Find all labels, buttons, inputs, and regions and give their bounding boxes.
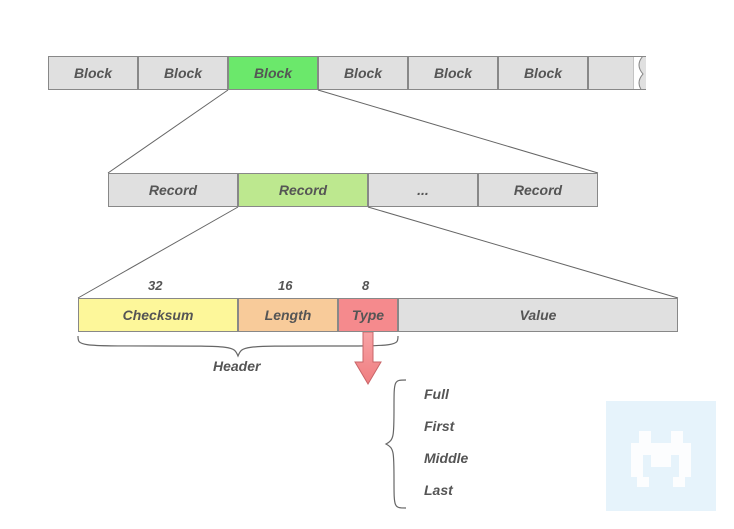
type-value-middle: Middle [424, 450, 468, 466]
torn-edge-icon [633, 56, 646, 90]
type-value-first: First [424, 418, 454, 434]
header-brace-icon [76, 334, 402, 360]
records-row: Record Record ... Record [108, 173, 598, 207]
block-label: Block [344, 65, 382, 81]
block-label: Block [164, 65, 202, 81]
record-cell-highlight: Record [238, 173, 368, 207]
record-label: ... [417, 182, 429, 198]
block-cell: Block [138, 56, 228, 90]
field-value: Value [398, 298, 678, 332]
field-label: Value [520, 307, 557, 323]
block-cell: Block [318, 56, 408, 90]
blocks-row: Block Block Block Block Block Block [48, 56, 646, 90]
record-label: Record [279, 182, 327, 198]
record-label: Record [149, 182, 197, 198]
type-arrow-icon [353, 332, 383, 386]
record-cell: Record [478, 173, 598, 207]
field-label: Length [265, 307, 312, 323]
field-checksum: Checksum [78, 298, 238, 332]
block-label: Block [434, 65, 472, 81]
record-label: Record [514, 182, 562, 198]
block-label: Block [524, 65, 562, 81]
type-values-brace-icon [384, 378, 410, 510]
field-label: Type [352, 307, 384, 323]
bits-label-type: 8 [362, 278, 369, 293]
type-value-full: Full [424, 386, 449, 402]
block-label: Block [254, 65, 292, 81]
record-cell-ellipsis: ... [368, 173, 478, 207]
block-label: Block [74, 65, 112, 81]
bits-label-length: 16 [278, 278, 292, 293]
block-cell: Block [408, 56, 498, 90]
block-cell: Block [498, 56, 588, 90]
type-value-last: Last [424, 482, 453, 498]
field-label: Checksum [123, 307, 194, 323]
fields-row: Checksum Length Type Value [78, 298, 678, 332]
block-cell-torn [588, 56, 646, 90]
block-cell-highlight: Block [228, 56, 318, 90]
field-length: Length [238, 298, 338, 332]
bits-label-checksum: 32 [148, 278, 162, 293]
header-span-label: Header [213, 358, 260, 374]
record-cell: Record [108, 173, 238, 207]
block-cell: Block [48, 56, 138, 90]
watermark-icon [606, 401, 716, 511]
field-type: Type [338, 298, 398, 332]
